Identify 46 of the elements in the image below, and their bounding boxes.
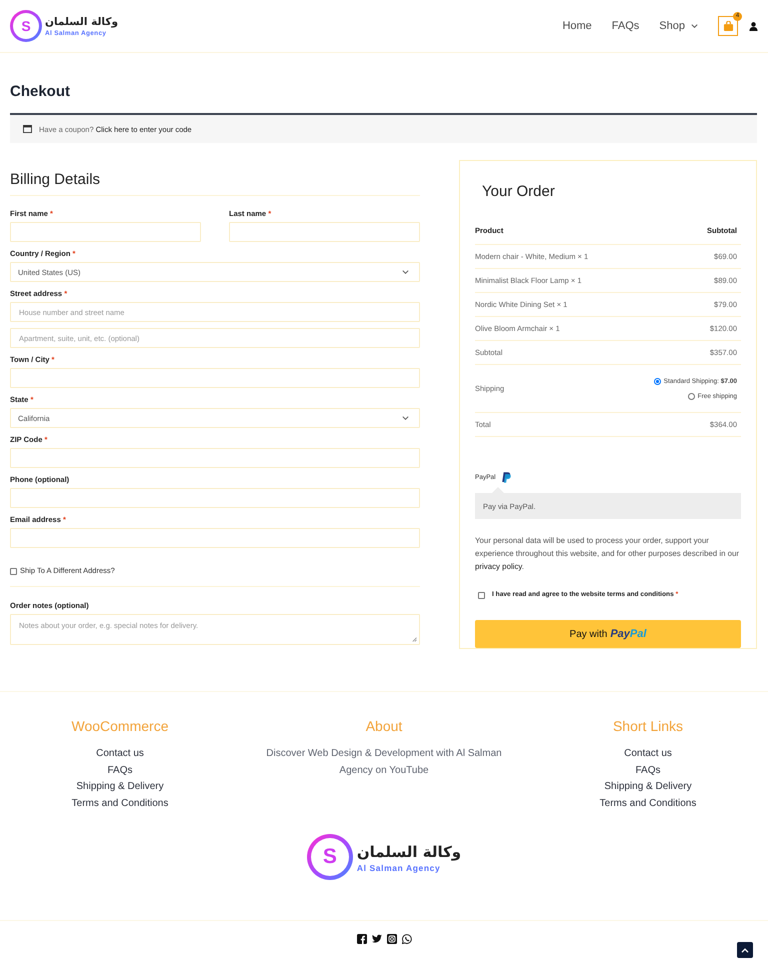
twitter-icon[interactable] xyxy=(372,934,382,944)
nav-link[interactable]: Home xyxy=(562,20,592,32)
caret-icon xyxy=(402,416,409,420)
input-field[interactable] xyxy=(10,488,420,508)
logo-arabic-text: وكالة السلمان xyxy=(45,14,118,30)
resize-grip-icon xyxy=(412,637,417,642)
instagram-icon[interactable] xyxy=(386,934,396,944)
radio-button[interactable] xyxy=(654,378,661,384)
radio-button[interactable] xyxy=(688,392,695,400)
footer-link[interactable]: Terms and Conditions xyxy=(72,796,168,812)
footer-link[interactable]: Contact us xyxy=(624,746,672,763)
checkbox[interactable] xyxy=(10,568,17,574)
nav-link[interactable]: FAQs xyxy=(612,20,640,32)
input-field[interactable] xyxy=(10,448,420,468)
checkbox[interactable] xyxy=(478,592,485,598)
page-title: Chekout xyxy=(10,82,71,102)
input-field[interactable] xyxy=(10,222,201,242)
footer-link[interactable]: Shipping & Delivery xyxy=(76,779,164,796)
footer-heading: About xyxy=(366,717,402,736)
section-title: Your Order xyxy=(481,182,556,202)
caret-icon xyxy=(402,270,409,274)
section-title: Billing Details xyxy=(10,160,420,196)
footer-text: Discover Web Design & Development with Al Salman Agency on YouTube xyxy=(265,747,503,778)
window-icon xyxy=(23,125,32,133)
shopping-bag-icon xyxy=(722,21,734,31)
chevron-up-icon xyxy=(741,948,749,953)
facebook-icon[interactable] xyxy=(356,934,366,944)
input-field[interactable] xyxy=(10,528,420,548)
input-field[interactable] xyxy=(10,368,420,388)
footer-link[interactable]: FAQs xyxy=(635,762,660,780)
input-field[interactable] xyxy=(229,222,420,242)
payment-logo-icon xyxy=(502,472,511,483)
footer-link[interactable]: Contact us xyxy=(96,746,144,763)
user-icon[interactable] xyxy=(749,22,758,30)
logo-tagline: Al Salman Agency xyxy=(356,862,440,874)
footer-link[interactable]: FAQs xyxy=(107,762,132,780)
footer-link[interactable]: Shipping & Delivery xyxy=(604,779,692,796)
nav-link[interactable]: Shop xyxy=(659,20,698,32)
footer-heading: Short Links xyxy=(612,717,684,736)
scroll-top-button[interactable] xyxy=(737,942,753,958)
pay-button[interactable]: Pay with PayPal xyxy=(475,620,741,648)
caret-icon xyxy=(691,24,698,28)
footer-link[interactable]: Terms and Conditions xyxy=(600,796,696,812)
whatsapp-icon[interactable] xyxy=(402,934,412,944)
logo-arabic-text: وكالة السلمان xyxy=(356,842,462,863)
footer-heading: WooCommerce xyxy=(72,717,168,736)
